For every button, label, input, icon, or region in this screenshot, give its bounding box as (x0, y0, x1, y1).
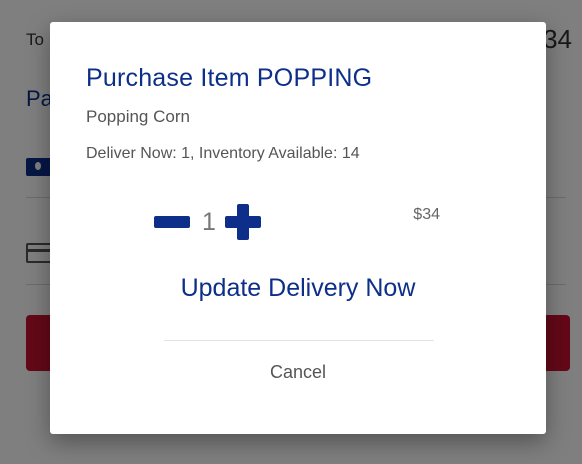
quantity-value: 1 (202, 207, 216, 236)
delivery-inventory-info: Deliver Now: 1, Inventory Available: 14 (86, 145, 360, 162)
item-name: Popping Corn (86, 107, 190, 126)
update-delivery-button[interactable]: Update Delivery Now (50, 274, 546, 303)
dialog-title: Purchase Item POPPING (86, 64, 373, 92)
item-price: $34 (413, 206, 440, 223)
minus-icon (154, 216, 190, 228)
cancel-button[interactable]: Cancel (50, 362, 546, 383)
purchase-dialog: Purchase Item POPPING Popping Corn Deliv… (50, 22, 546, 434)
dialog-divider (164, 340, 434, 341)
decrement-button[interactable] (154, 204, 190, 240)
quantity-stepper: 1 (154, 202, 262, 242)
plus-icon (225, 204, 261, 240)
increment-button[interactable] (224, 203, 262, 241)
